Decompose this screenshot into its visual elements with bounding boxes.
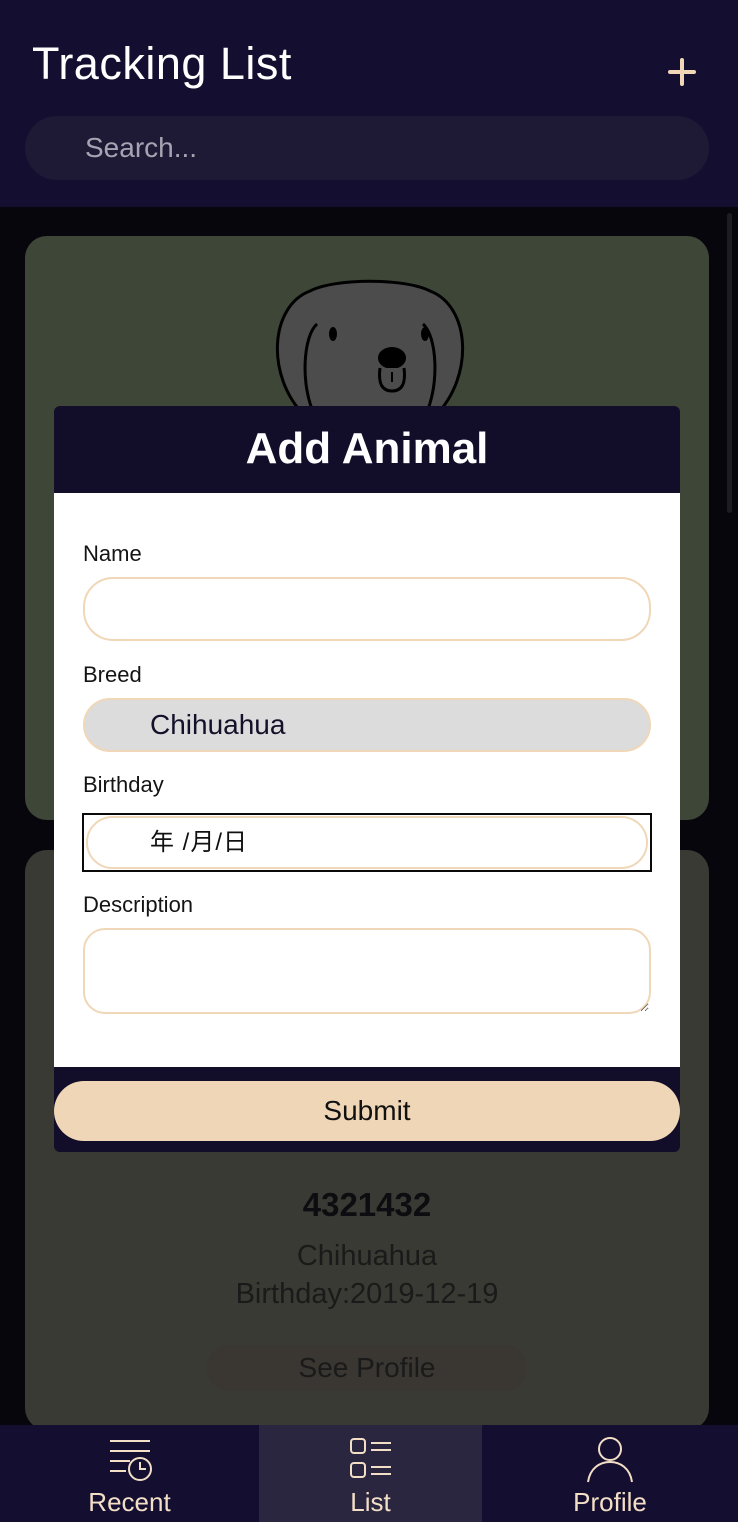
scrollbar[interactable]	[727, 213, 732, 513]
search-input[interactable]	[25, 116, 709, 180]
nav-item-profile[interactable]: Profile	[482, 1425, 738, 1522]
nav-label-list: List	[350, 1487, 391, 1517]
description-field[interactable]	[83, 928, 651, 1014]
name-label: Name	[83, 541, 142, 566]
person-icon	[587, 1437, 633, 1483]
see-profile-button[interactable]: See Profile	[207, 1345, 527, 1391]
app-header: Tracking List	[0, 0, 738, 207]
list-icon	[349, 1438, 391, 1478]
breed-select[interactable]: Chihuahua	[83, 698, 651, 752]
dog-face-illustration	[276, 279, 464, 418]
add-animal-modal: Add Animal Name Breed Chihuahua Birthday…	[54, 406, 680, 1152]
nav-item-list[interactable]: List	[259, 1425, 482, 1522]
recent-list-clock-icon	[109, 1440, 152, 1481]
animal-name: 4321432	[302, 1186, 432, 1223]
description-label: Description	[83, 892, 194, 917]
modal-title: Add Animal	[245, 424, 489, 473]
page-title: Tracking List	[32, 38, 292, 89]
plus-icon[interactable]	[660, 50, 704, 94]
birthday-focus-ring: 年 /月/日	[82, 813, 652, 872]
modal-header: Add Animal	[54, 406, 680, 493]
breed-label: Breed	[83, 662, 142, 687]
name-field[interactable]	[83, 577, 651, 641]
birthday-label: Birthday	[83, 772, 164, 797]
nav-item-recent[interactable]: Recent	[0, 1425, 259, 1522]
bottom-nav: Recent List Profile	[0, 1425, 738, 1522]
add-animal-form: Name Breed Chihuahua Birthday 年 /月/日 Des…	[54, 493, 680, 1067]
animal-birthday: Birthday:2019-12-19	[235, 1278, 499, 1310]
animal-breed: Chihuahua	[296, 1240, 438, 1272]
nav-label-profile: Profile	[573, 1487, 647, 1517]
birthday-date-field[interactable]: 年 /月/日	[86, 816, 648, 869]
nav-label-recent: Recent	[88, 1487, 171, 1517]
submit-button[interactable]: Submit	[54, 1081, 680, 1141]
